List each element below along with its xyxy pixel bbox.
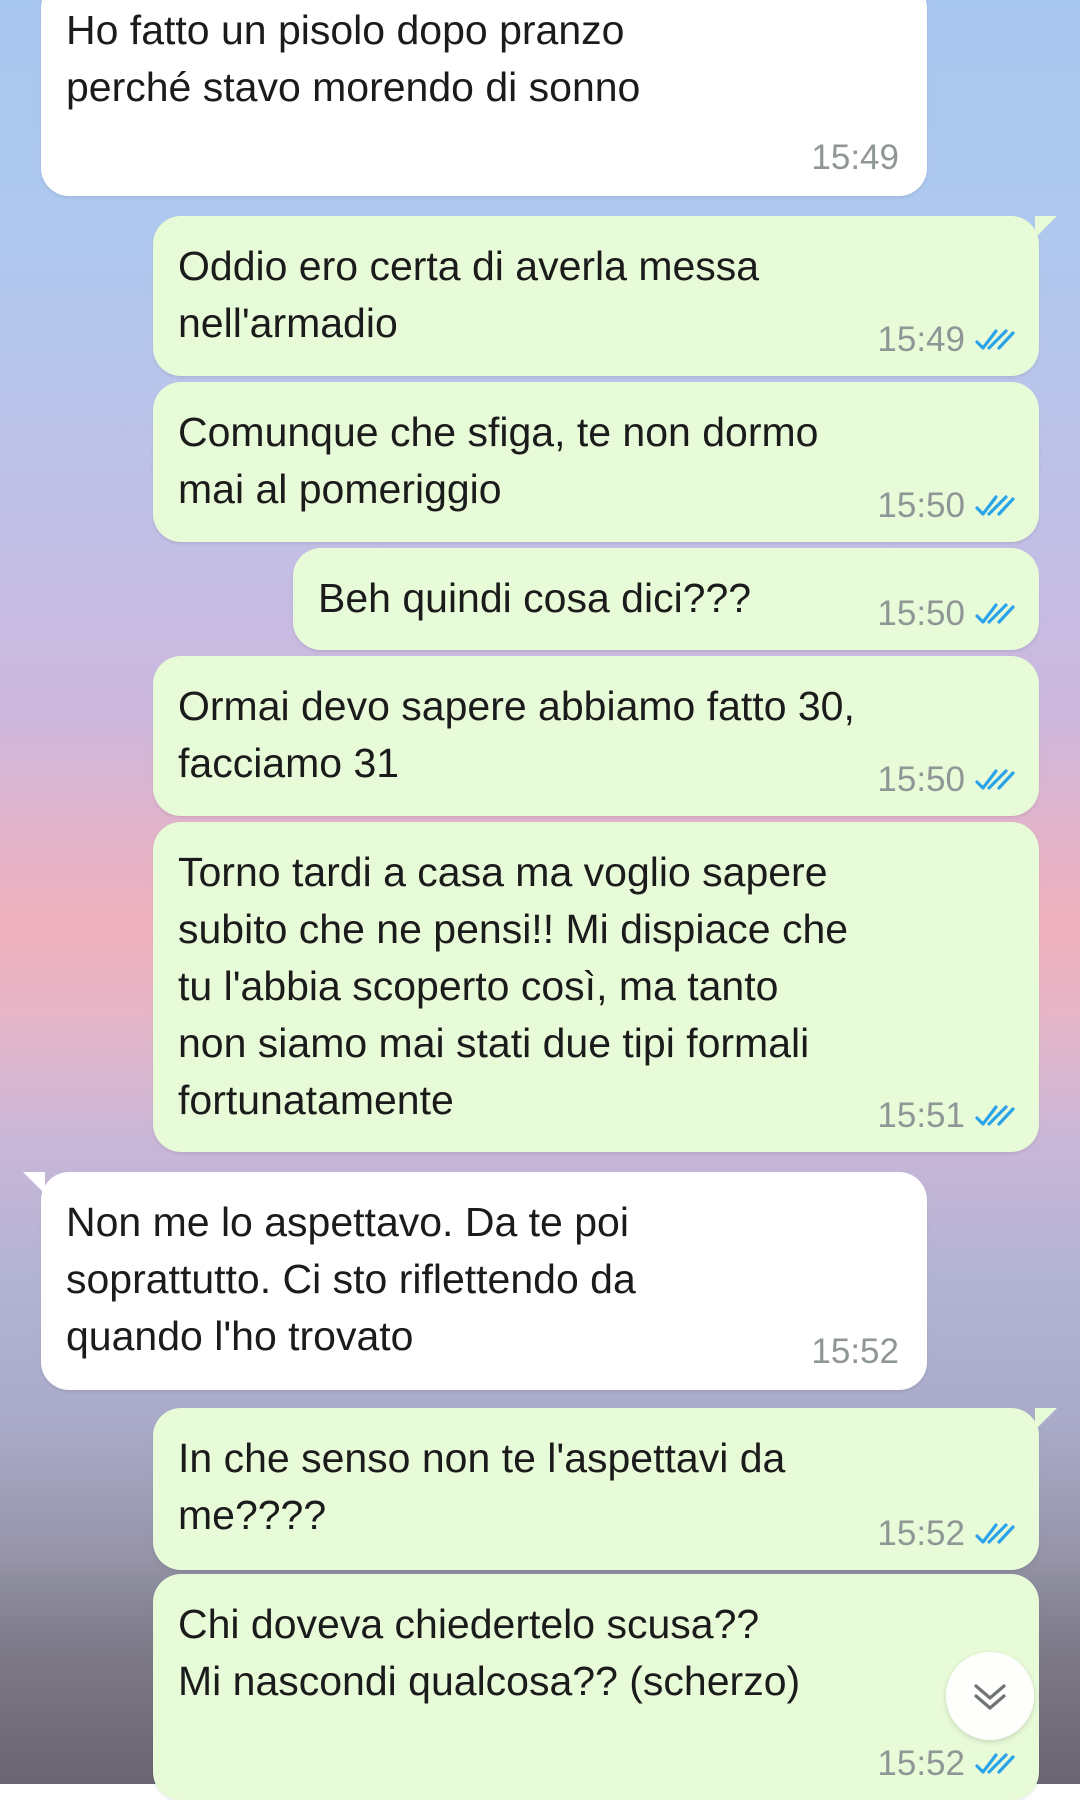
message-meta: 15:50 [877, 594, 1015, 634]
message-text: Torno tardi a casa ma voglio sapere subi… [178, 849, 849, 1123]
message-text: Ho fatto un pisolo dopo pranzo perché st… [66, 7, 641, 110]
message-bubble-outgoing[interactable]: Chi doveva chiedertelo scusa?? Mi nascon… [153, 1574, 1039, 1800]
message-bubble-outgoing[interactable]: Ormai devo sapere abbiamo fatto 30, facc… [153, 656, 1039, 816]
message-time: 15:52 [877, 1744, 965, 1783]
message-bubble-outgoing[interactable]: Oddio ero certa di averla messa nell'arm… [153, 216, 1057, 376]
message-meta: 15:49 [811, 138, 899, 178]
chevron-double-down-icon [974, 1684, 1006, 1710]
message-time: 15:52 [877, 1514, 965, 1553]
double-check-read-icon [975, 1753, 1015, 1774]
message-text: Non me lo aspettavo. Da te poi soprattut… [66, 1199, 636, 1359]
message-bubble-outgoing[interactable]: Torno tardi a casa ma voglio sapere subi… [153, 822, 1039, 1152]
message-time: 15:49 [877, 320, 965, 359]
message-text: In che senso non te l'aspettavi da me???… [178, 1435, 786, 1538]
double-check-read-icon [975, 329, 1015, 350]
double-check-read-icon [975, 1105, 1015, 1126]
message-bubble-incoming[interactable]: Non me lo aspettavo. Da te poi soprattut… [23, 1172, 927, 1390]
scroll-to-bottom-button[interactable] [946, 1652, 1034, 1740]
message-bubble-outgoing[interactable]: Comunque che sfiga, te non dormo mai al … [153, 382, 1039, 542]
message-meta: 15:52 [877, 1744, 1015, 1784]
message-meta: 15:52 [877, 1514, 1015, 1554]
double-check-read-icon [975, 769, 1015, 790]
message-bubble-outgoing[interactable]: In che senso non te l'aspettavi da me???… [153, 1408, 1057, 1570]
double-check-read-icon [975, 1523, 1015, 1544]
message-time: 15:50 [877, 760, 965, 799]
message-meta: 15:49 [877, 320, 1015, 360]
double-check-read-icon [975, 603, 1015, 624]
message-time: 15:49 [811, 138, 899, 177]
message-time: 15:52 [811, 1332, 899, 1371]
message-meta: 15:50 [877, 486, 1015, 526]
message-text: Chi doveva chiedertelo scusa?? Mi nascon… [178, 1601, 801, 1704]
message-text: Comunque che sfiga, te non dormo mai al … [178, 409, 819, 512]
message-meta: 15:52 [811, 1332, 899, 1372]
message-bubble-incoming[interactable]: Ho fatto un pisolo dopo pranzo perché st… [41, 0, 927, 196]
message-meta: 15:50 [877, 760, 1015, 800]
message-bubble-outgoing[interactable]: Beh quindi cosa dici??? 15:50 [293, 548, 1039, 650]
message-text: Ormai devo sapere abbiamo fatto 30, facc… [178, 683, 855, 786]
message-time: 15:50 [877, 486, 965, 525]
message-text: Oddio ero certa di averla messa nell'arm… [178, 243, 760, 346]
double-check-read-icon [975, 495, 1015, 516]
message-time: 15:50 [877, 594, 965, 633]
message-meta: 15:51 [877, 1096, 1015, 1136]
message-time: 15:51 [877, 1096, 965, 1135]
message-text: Beh quindi cosa dici??? [318, 575, 752, 621]
